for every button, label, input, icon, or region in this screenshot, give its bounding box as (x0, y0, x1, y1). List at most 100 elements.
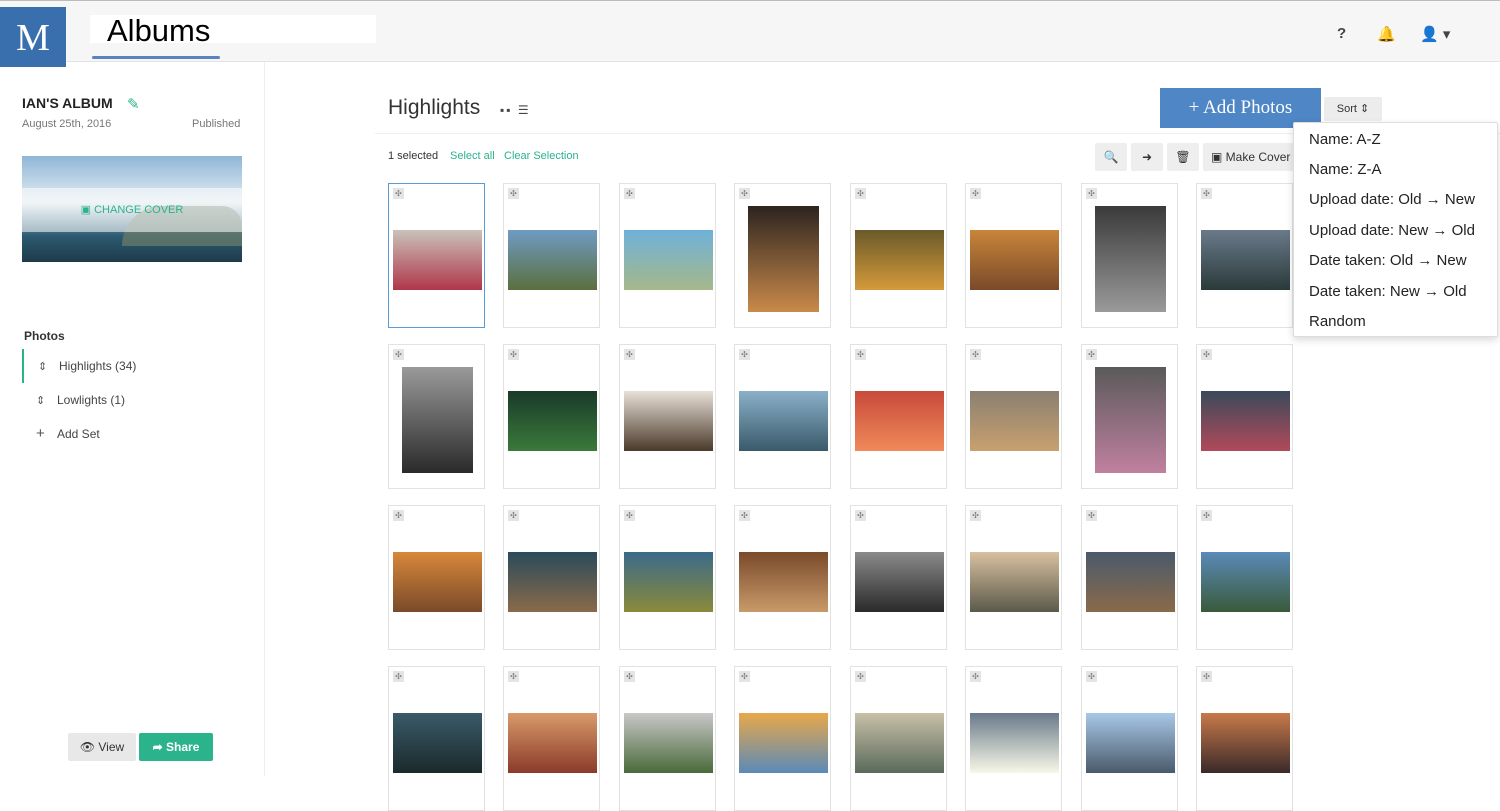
grid-list-toggle-icon[interactable]: ▪▪ ☰ (500, 103, 531, 117)
drag-handle-icon[interactable]: ✣ (970, 671, 981, 682)
photo-card[interactable]: ✣ (850, 183, 947, 328)
drag-handle-icon[interactable]: ✣ (1201, 510, 1212, 521)
photo-thumbnail[interactable] (624, 713, 713, 773)
photo-thumbnail[interactable] (1086, 552, 1175, 612)
photo-thumbnail[interactable] (393, 713, 482, 773)
photo-card[interactable]: ✣ (1196, 344, 1293, 489)
drag-handle-icon[interactable]: ✣ (1201, 671, 1212, 682)
drag-handle-icon[interactable]: ✣ (393, 188, 404, 199)
sort-option-random[interactable]: Random (1309, 313, 1366, 330)
photo-card[interactable]: ✣ (619, 505, 716, 650)
photo-thumbnail[interactable] (1095, 367, 1166, 473)
make-cover-button[interactable]: ▣ Make Cover (1203, 143, 1295, 171)
user-menu-icon[interactable]: 👤 ▾ (1420, 25, 1450, 43)
drag-handle-icon[interactable]: ✣ (624, 188, 635, 199)
photo-thumbnail[interactable] (624, 230, 713, 290)
photo-card[interactable]: ✣ (734, 505, 831, 650)
drag-handle-icon[interactable]: ✣ (508, 349, 519, 360)
sort-option-upload-new-old[interactable]: Upload date: New → Old (1309, 222, 1475, 239)
photo-card[interactable]: ✣ (734, 183, 831, 328)
view-button[interactable]: 👁 View (68, 733, 136, 761)
photo-card[interactable]: ✣ (1081, 344, 1178, 489)
trash-icon[interactable]: 🗑 (1167, 143, 1199, 171)
drag-handle-icon[interactable]: ✣ (624, 510, 635, 521)
photo-thumbnail[interactable] (855, 713, 944, 773)
drag-handle-icon[interactable]: ✣ (1086, 188, 1097, 199)
drag-handle-icon[interactable]: ✣ (855, 349, 866, 360)
album-cover[interactable]: ▣ CHANGE COVER (22, 156, 242, 262)
photo-thumbnail[interactable] (624, 552, 713, 612)
drag-handle-icon[interactable]: ✣ (970, 510, 981, 521)
photo-card[interactable]: ✣ (619, 666, 716, 811)
photo-thumbnail[interactable] (739, 552, 828, 612)
help-icon[interactable]: ? (1337, 25, 1346, 42)
zoom-icon[interactable]: 🔍 (1095, 143, 1127, 171)
photo-card[interactable]: ✣ (734, 344, 831, 489)
photo-card[interactable]: ✣ (1081, 666, 1178, 811)
drag-handle-icon[interactable]: ✣ (1201, 188, 1212, 199)
photo-thumbnail[interactable] (508, 391, 597, 451)
photo-card[interactable]: ✣ (388, 666, 485, 811)
drag-handle-icon[interactable]: ✣ (739, 510, 750, 521)
photo-thumbnail[interactable] (739, 713, 828, 773)
drag-handle-icon[interactable]: ✣ (1086, 510, 1097, 521)
photo-thumbnail[interactable] (970, 230, 1059, 290)
sort-option-upload-old-new[interactable]: Upload date: Old → New (1309, 191, 1475, 208)
drag-handle-icon[interactable]: ✣ (970, 188, 981, 199)
photo-card[interactable]: ✣ (619, 344, 716, 489)
drag-handle-icon[interactable]: ✣ (393, 510, 404, 521)
drag-handle-icon[interactable]: ✣ (855, 671, 866, 682)
photo-thumbnail[interactable] (1201, 552, 1290, 612)
sort-option-name-az[interactable]: Name: A-Z (1309, 131, 1381, 148)
photo-thumbnail[interactable] (508, 552, 597, 612)
photo-thumbnail[interactable] (970, 552, 1059, 612)
clear-selection-link[interactable]: Clear Selection (504, 150, 579, 162)
change-cover-button[interactable]: ▣ CHANGE COVER (22, 203, 242, 216)
photo-card[interactable]: ✣ (503, 183, 600, 328)
set-item-highlights[interactable]: ⇕ Highlights (34) (22, 349, 222, 383)
photo-thumbnail[interactable] (970, 391, 1059, 451)
drag-handle-icon[interactable]: ✣ (508, 671, 519, 682)
photo-card[interactable]: ✣ (1196, 505, 1293, 650)
photo-thumbnail[interactable] (739, 391, 828, 451)
photo-card[interactable]: ✣ (1196, 666, 1293, 811)
photo-thumbnail[interactable] (1095, 206, 1166, 312)
edit-pencil-icon[interactable]: ✎ (127, 95, 140, 113)
drag-handle-icon[interactable]: ✣ (855, 510, 866, 521)
app-logo[interactable]: M (0, 7, 66, 67)
drag-handle-icon[interactable]: ✣ (739, 188, 750, 199)
sort-option-name-za[interactable]: Name: Z-A (1309, 161, 1382, 178)
add-set-button[interactable]: + Add Set (22, 417, 222, 451)
photo-card[interactable]: ✣ (965, 666, 1062, 811)
photo-thumbnail[interactable] (402, 367, 473, 473)
photo-card[interactable]: ✣ (965, 505, 1062, 650)
photo-thumbnail[interactable] (855, 230, 944, 290)
photo-thumbnail[interactable] (1201, 713, 1290, 773)
photo-thumbnail[interactable] (1086, 713, 1175, 773)
drag-handle-icon[interactable]: ✣ (1086, 349, 1097, 360)
photo-thumbnail[interactable] (393, 230, 482, 290)
drag-handle-icon[interactable]: ✣ (508, 510, 519, 521)
photo-card[interactable]: ✣ (503, 505, 600, 650)
photo-card[interactable]: ✣ (850, 344, 947, 489)
photo-thumbnail[interactable] (508, 230, 597, 290)
sort-option-taken-new-old[interactable]: Date taken: New → Old (1309, 283, 1467, 300)
photo-thumbnail[interactable] (393, 552, 482, 612)
photo-card[interactable]: ✣ (965, 344, 1062, 489)
photo-thumbnail[interactable] (1201, 391, 1290, 451)
drag-handle-icon[interactable]: ✣ (1201, 349, 1212, 360)
photo-thumbnail[interactable] (748, 206, 819, 312)
photo-card[interactable]: ✣ (388, 183, 485, 328)
sort-button[interactable]: Sort ⇕ (1324, 97, 1382, 121)
share-button[interactable]: ➦ Share (139, 733, 213, 761)
photo-card[interactable]: ✣ (850, 666, 947, 811)
drag-handle-icon[interactable]: ✣ (393, 349, 404, 360)
select-all-link[interactable]: Select all (450, 150, 495, 162)
photo-card[interactable]: ✣ (850, 505, 947, 650)
sort-option-taken-old-new[interactable]: Date taken: Old → New (1309, 252, 1467, 269)
photo-card[interactable]: ✣ (734, 666, 831, 811)
photo-card[interactable]: ✣ (503, 666, 600, 811)
bell-icon[interactable]: 🔔 (1377, 25, 1396, 43)
drag-handle-icon[interactable]: ✣ (624, 349, 635, 360)
drag-handle-icon[interactable]: ✣ (393, 671, 404, 682)
